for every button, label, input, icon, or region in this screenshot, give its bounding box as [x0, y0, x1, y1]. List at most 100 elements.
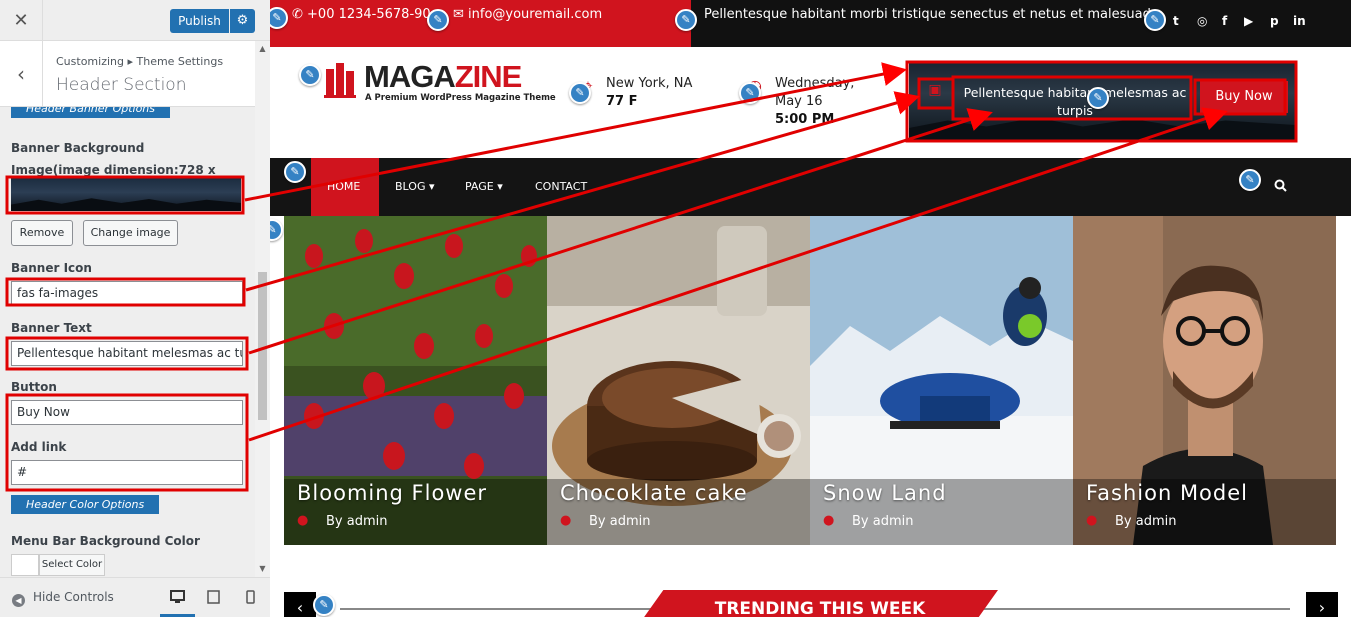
next-arrow-icon[interactable]: › — [1306, 592, 1338, 617]
section-title: Header Section — [56, 75, 187, 95]
twitter-icon[interactable]: t — [1173, 14, 1179, 28]
color-swatch[interactable] — [11, 554, 39, 576]
buy-now-button[interactable]: Buy Now — [1200, 81, 1288, 113]
banner-icon-label: Banner Icon — [11, 261, 92, 275]
phone-text: +00 1234-5678-90 — [307, 7, 431, 22]
banner-text-input[interactable]: Pellentesque habitant melesmas ac turpis — [11, 341, 243, 366]
weekday-text: Wednesday, — [775, 76, 855, 91]
collapse-icon: ◀ — [12, 594, 25, 607]
add-link-input[interactable]: # — [11, 460, 243, 485]
hide-controls-label: Hide Controls — [33, 590, 114, 604]
edit-shortcut-icon[interactable]: ✎ — [739, 82, 761, 104]
location-text: New York, NA — [606, 76, 693, 91]
email-text: info@youremail.com — [468, 7, 603, 22]
temperature-text: 77 F — [606, 94, 638, 109]
site-header: MAGAZINE A Premium WordPress Magazine Th… — [270, 47, 1351, 158]
edit-shortcut-icon[interactable]: ✎ — [270, 219, 283, 241]
hide-controls-button[interactable]: ◀ Hide Controls — [12, 590, 114, 607]
customizer-footer: ◀ Hide Controls — [0, 577, 270, 617]
logo-icon — [324, 63, 356, 98]
date-text: May 16 — [775, 94, 823, 109]
header-color-options-badge: Header Color Options — [11, 495, 160, 514]
edit-shortcut-icon[interactable]: ✎ — [675, 9, 697, 31]
edit-shortcut-icon[interactable]: ✎ — [427, 9, 449, 31]
select-color-button[interactable]: Select Color — [39, 554, 105, 576]
card-title[interactable]: Chocoklate cake — [560, 481, 748, 505]
customizer-topbar: ✕ Publish ⚙ — [0, 0, 270, 41]
nav-item-page[interactable]: PAGE ▾ — [465, 180, 503, 193]
card-title[interactable]: Blooming Flower — [297, 481, 487, 505]
add-link-label: Add link — [11, 440, 67, 454]
edit-shortcut-icon[interactable]: ✎ — [569, 82, 591, 104]
banner-bg-thumbnail[interactable] — [11, 177, 241, 211]
menu-bg-color-label: Menu Bar Background Color — [11, 534, 200, 548]
search-icon[interactable] — [1274, 179, 1287, 196]
logo-tagline: A Premium WordPress Magazine Theme — [365, 93, 556, 103]
mobile-preview-icon[interactable] — [242, 590, 258, 606]
edit-shortcut-icon[interactable]: ✎ — [284, 161, 306, 183]
chevron-down-icon: ▾ — [428, 180, 435, 193]
nav-item-contact[interactable]: CONTACT — [535, 180, 587, 193]
button-label: Button — [11, 380, 57, 394]
linkedin-icon[interactable]: in — [1293, 14, 1306, 28]
gear-icon[interactable]: ⚙ — [230, 9, 255, 33]
user-icon: ● — [823, 513, 835, 528]
publish-button[interactable]: Publish — [170, 9, 229, 33]
card-fashion-model[interactable]: Fashion Model ● By admin — [1073, 216, 1336, 545]
phone-info: ✆ +00 1234-5678-90 — [292, 7, 431, 22]
user-icon: ● — [560, 513, 572, 528]
site-logo[interactable]: MAGAZINE — [364, 59, 522, 95]
nav-item-blog[interactable]: BLOG ▾ — [395, 180, 435, 193]
card-author[interactable]: By admin — [326, 514, 387, 529]
site-preview: ✆ +00 1234-5678-90 ✉ info@youremail.com … — [270, 0, 1351, 617]
breadcrumb: Customizing ▸ Theme Settings — [56, 55, 224, 68]
card-snow-land[interactable]: Snow Land ● By admin — [810, 216, 1073, 545]
edit-shortcut-icon[interactable]: ✎ — [1144, 9, 1166, 31]
instagram-icon[interactable]: ◎ — [1197, 14, 1207, 28]
banner-text: Pellentesque habitant melesmas ac turpis — [963, 85, 1187, 118]
section-header: ‹ Customizing ▸ Theme Settings Header Se… — [0, 41, 255, 107]
scroll-down-icon[interactable]: ▼ — [258, 564, 267, 573]
card-title[interactable]: Snow Land — [823, 481, 947, 505]
chevron-down-icon: ▾ — [497, 180, 503, 193]
back-icon[interactable]: ‹ — [0, 41, 43, 107]
featured-cards: Blooming Flower ● By admin Chocoklate ca… — [284, 216, 1338, 545]
close-icon[interactable]: ✕ — [0, 0, 43, 41]
pinterest-icon[interactable]: p — [1270, 14, 1279, 28]
user-icon: ● — [1086, 513, 1098, 528]
button-text-input[interactable]: Buy Now — [11, 400, 243, 425]
banner-text-label: Banner Text — [11, 321, 92, 335]
card-author[interactable]: By admin — [589, 514, 650, 529]
trending-title: TRENDING THIS WEEK — [642, 590, 998, 617]
card-title[interactable]: Fashion Model — [1086, 481, 1248, 505]
trending-section: ‹ TRENDING THIS WEEK › — [270, 590, 1351, 617]
customizer-screen: ✕ Publish ⚙ ‹ Customizing ▸ Theme Settin… — [0, 0, 1351, 617]
card-author[interactable]: By admin — [1115, 514, 1176, 529]
card-chocolate-cake[interactable]: Chocoklate cake ● By admin — [547, 216, 810, 545]
topbar-tagline: Pellentesque habitant morbi tristique se… — [704, 7, 1159, 22]
tablet-preview-icon[interactable] — [205, 590, 221, 606]
email-info: ✉ info@youremail.com — [453, 7, 602, 22]
header-banner-options-badge: Header Banner Options — [11, 107, 171, 118]
customizer-sidebar: ✕ Publish ⚙ ‹ Customizing ▸ Theme Settin… — [0, 0, 270, 617]
card-author[interactable]: By admin — [852, 514, 913, 529]
youtube-icon[interactable]: ▶ — [1244, 14, 1253, 28]
edit-shortcut-icon[interactable]: ✎ — [1239, 169, 1261, 191]
email-icon: ✉ — [453, 7, 469, 22]
edit-shortcut-icon[interactable]: ✎ — [1087, 87, 1109, 109]
card-blooming-flower[interactable]: Blooming Flower ● By admin — [284, 216, 547, 545]
edit-shortcut-icon[interactable]: ✎ — [299, 64, 321, 86]
facebook-icon[interactable]: f — [1222, 14, 1227, 28]
scroll-up-icon[interactable]: ▲ — [258, 44, 267, 53]
user-icon: ● — [297, 513, 309, 528]
scrollbar-thumb[interactable] — [258, 272, 267, 420]
banner-icon-input[interactable]: fas fa-images — [11, 281, 243, 306]
remove-button[interactable]: Remove — [11, 220, 73, 246]
change-image-button[interactable]: Change image — [83, 220, 178, 246]
nav-item-home[interactable]: HOME — [327, 180, 360, 193]
desktop-preview-icon[interactable] — [169, 590, 185, 606]
prev-arrow-icon[interactable]: ‹ — [284, 592, 316, 617]
edit-shortcut-icon[interactable]: ✎ — [313, 594, 335, 616]
controls-panel: Header Banner Options Banner Background … — [0, 107, 255, 577]
main-navigation: HOME BLOG ▾ PAGE ▾ CONTACT — [270, 158, 1351, 216]
